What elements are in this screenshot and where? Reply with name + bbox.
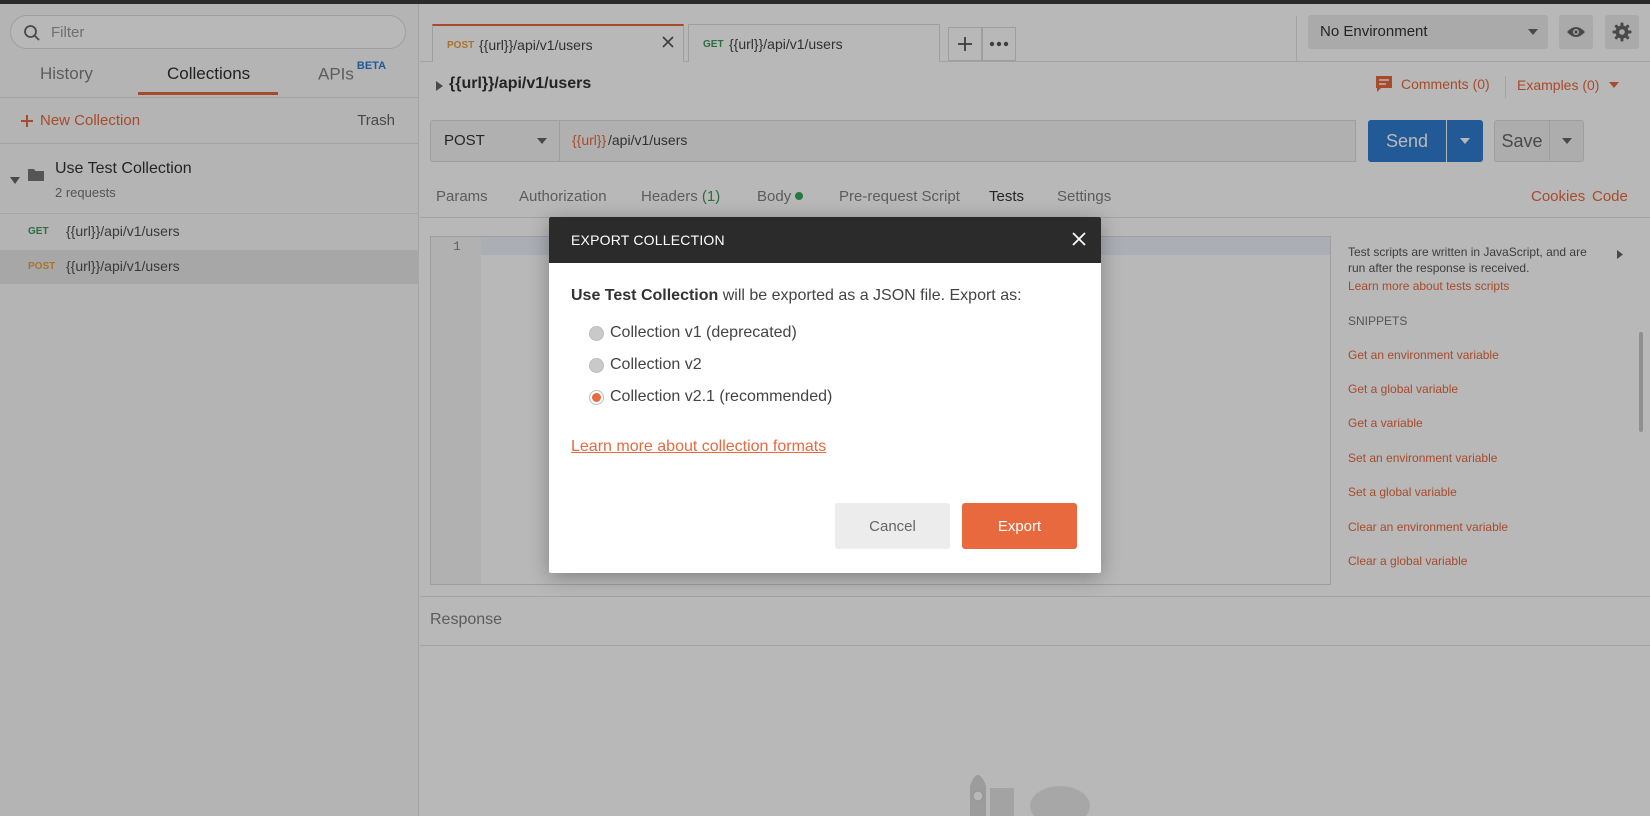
radio-collection-v2-1[interactable]: Collection v2.1 (recommended) — [589, 388, 832, 406]
radio-label: Collection v2.1 (recommended) — [610, 388, 833, 405]
dialog-message: Use Test Collection will be exported as … — [571, 287, 1022, 305]
radio-collection-v1[interactable]: Collection v1 (deprecated) — [589, 324, 797, 342]
collection-formats-link[interactable]: Learn more about collection formats — [571, 438, 826, 456]
dialog-header: EXPORT COLLECTION — [549, 217, 1101, 263]
radio-label: Collection v1 (deprecated) — [610, 324, 797, 341]
radio-button-checked[interactable] — [589, 389, 604, 405]
radio-button[interactable] — [589, 357, 604, 373]
collection-name-strong: Use Test Collection — [571, 287, 719, 304]
radio-button[interactable] — [589, 325, 604, 341]
dialog-title: EXPORT COLLECTION — [571, 232, 725, 248]
cancel-button[interactable]: Cancel — [835, 503, 950, 549]
export-button[interactable]: Export — [962, 503, 1077, 549]
radio-collection-v2[interactable]: Collection v2 — [589, 356, 702, 374]
export-collection-dialog: EXPORT COLLECTION Use Test Collection wi… — [549, 217, 1101, 573]
close-icon[interactable] — [1071, 231, 1087, 250]
radio-label: Collection v2 — [610, 356, 702, 373]
dialog-message-suffix: will be exported as a JSON file. Export … — [718, 287, 1022, 304]
